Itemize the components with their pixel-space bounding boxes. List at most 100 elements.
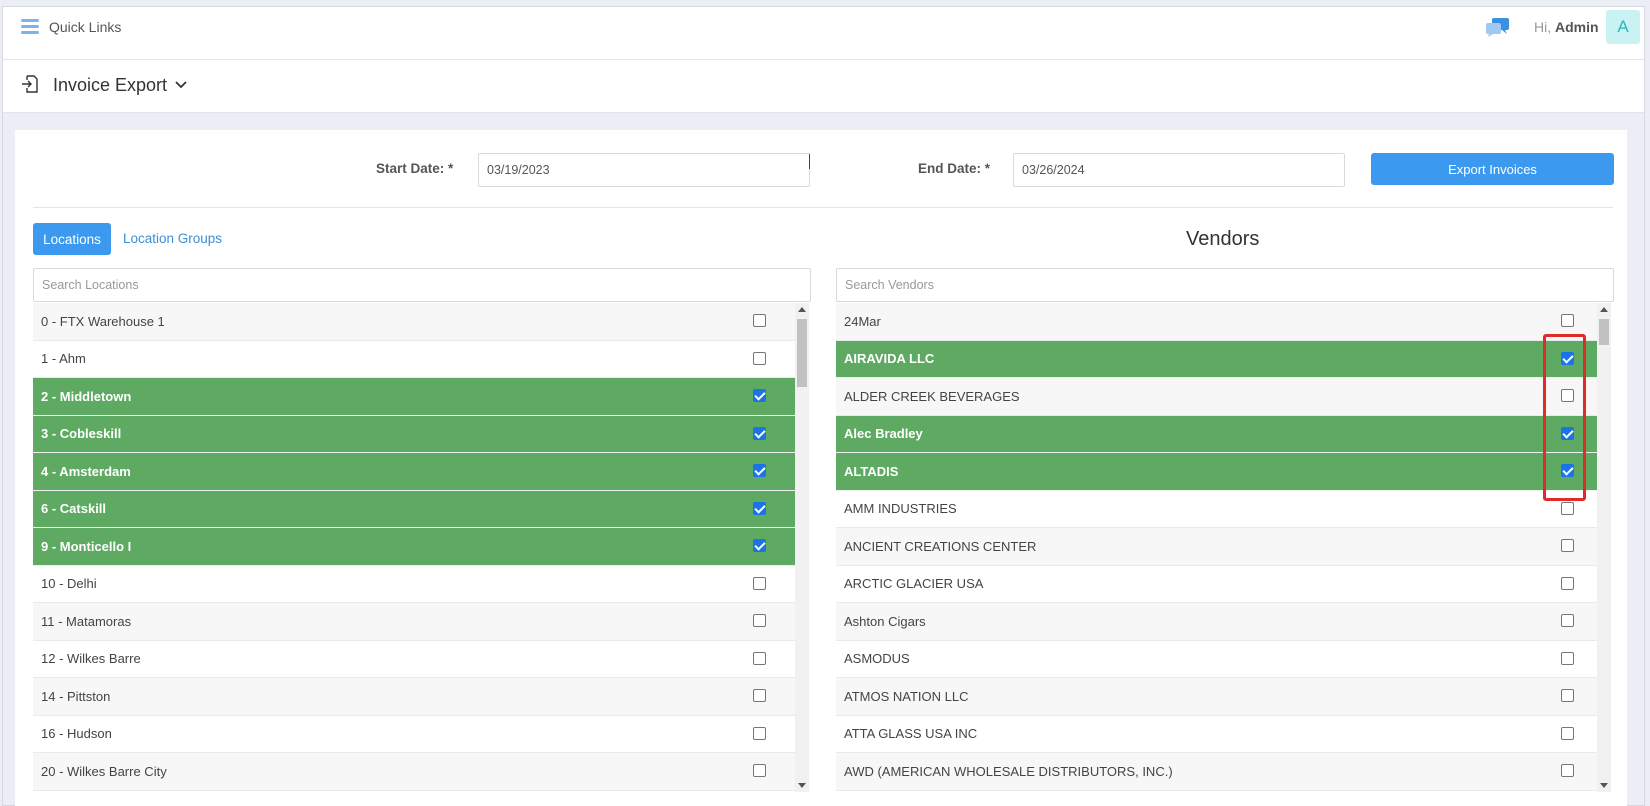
checkbox-unchecked[interactable] <box>1561 389 1574 402</box>
vendor-row-label: 24Mar <box>844 313 881 329</box>
vendor-row[interactable]: ALTADIS <box>836 453 1597 491</box>
location-row-label: 10 - Delhi <box>41 576 97 592</box>
search-locations-input[interactable] <box>33 268 811 302</box>
checkbox-unchecked[interactable] <box>1561 689 1574 702</box>
location-row[interactable]: 16 - Hudson <box>33 716 795 753</box>
location-row-label: 2 - Middletown <box>41 388 132 404</box>
start-date-input[interactable] <box>478 153 810 187</box>
chat-icon[interactable] <box>1485 17 1511 37</box>
scroll-up-icon[interactable] <box>1600 307 1608 312</box>
vendors-scrollbar[interactable] <box>1597 303 1611 792</box>
checkbox-unchecked[interactable] <box>1561 314 1574 327</box>
chevron-down-icon[interactable] <box>175 80 187 90</box>
location-row[interactable]: 9 - Monticello I <box>33 528 795 566</box>
location-row[interactable]: 1 - Ahm <box>33 341 795 378</box>
checkbox-unchecked[interactable] <box>753 726 766 740</box>
location-row-label: 20 - Wilkes Barre City <box>41 763 167 779</box>
avatar[interactable]: A <box>1606 10 1640 44</box>
location-row[interactable]: 3 - Cobleskill <box>33 415 795 453</box>
vendor-row-label: ANCIENT CREATIONS CENTER <box>844 538 1037 554</box>
locations-scrollbar[interactable] <box>795 303 809 792</box>
export-file-icon <box>22 75 38 93</box>
user-greeting: Hi, Admin <box>1534 19 1599 35</box>
checkbox-unchecked[interactable] <box>753 314 766 327</box>
checkbox-checked[interactable] <box>1561 426 1574 440</box>
tab-locations[interactable]: Locations <box>33 223 111 255</box>
vendors-list: 24Mar AIRAVIDA LLC ALDER CREEK BEVERAGES Al… <box>836 303 1597 792</box>
checkbox-checked[interactable] <box>753 464 766 477</box>
checkbox-unchecked[interactable] <box>1561 651 1574 665</box>
checkbox-unchecked[interactable] <box>753 689 766 702</box>
location-row-label: 16 - Hudson <box>41 726 112 742</box>
checkbox-checked[interactable] <box>753 426 766 440</box>
top-bar: Quick Links Hi, Admin A <box>3 7 1644 60</box>
checkbox-unchecked[interactable] <box>1561 726 1574 740</box>
checkbox-checked[interactable] <box>753 389 766 402</box>
vendors-scroll-thumb[interactable] <box>1599 319 1609 345</box>
vendor-row[interactable]: AMM INDUSTRIES <box>836 491 1597 528</box>
divider <box>33 207 1613 208</box>
vendor-row[interactable]: ANCIENT CREATIONS CENTER <box>836 528 1597 566</box>
hamburger-menu-icon[interactable] <box>21 19 39 34</box>
location-row-label: 3 - Cobleskill <box>41 426 122 442</box>
vendor-row[interactable]: ATTA GLASS USA INC <box>836 716 1597 753</box>
text-cursor <box>809 154 810 169</box>
checkbox-checked[interactable] <box>1561 464 1574 477</box>
checkbox-unchecked[interactable] <box>1561 576 1574 590</box>
vendor-row[interactable]: ASMODUS <box>836 641 1597 678</box>
location-row[interactable]: 20 - Wilkes Barre City <box>33 753 795 791</box>
location-row-label: 14 - Pittston <box>41 688 111 704</box>
end-date-input[interactable] <box>1013 153 1345 187</box>
location-row[interactable]: 10 - Delhi <box>33 566 795 603</box>
checkbox-unchecked[interactable] <box>1561 539 1574 552</box>
greeting-prefix: Hi, <box>1534 19 1552 35</box>
location-row-label: 12 - Wilkes Barre <box>41 651 141 667</box>
vendor-row[interactable]: AWD (AMERICAN WHOLESALE DISTRIBUTORS, IN… <box>836 753 1597 791</box>
vendor-row[interactable]: ATMOS NATION LLC <box>836 678 1597 716</box>
vendor-row-label: ALTADIS <box>844 463 899 479</box>
vendor-row-label: ARCTIC GLACIER USA <box>844 576 984 592</box>
scroll-up-icon[interactable] <box>798 307 806 312</box>
vendor-row[interactable]: AIRAVIDA LLC <box>836 340 1597 378</box>
vendor-row[interactable]: Alec Bradley <box>836 415 1597 453</box>
location-row[interactable]: 2 - Middletown <box>33 378 795 416</box>
locations-list: 0 - FTX Warehouse 1 1 - Ahm 2 - Middletown… <box>33 303 795 792</box>
export-invoices-button[interactable]: Export Invoices <box>1371 153 1614 185</box>
vendor-row-label: ATTA GLASS USA INC <box>844 726 978 742</box>
checkbox-unchecked[interactable] <box>753 351 766 365</box>
scroll-down-icon[interactable] <box>798 783 806 788</box>
location-row[interactable]: 14 - Pittston <box>33 678 795 716</box>
checkbox-unchecked[interactable] <box>1561 614 1574 627</box>
checkbox-checked[interactable] <box>1561 351 1574 365</box>
location-row[interactable]: 4 - Amsterdam <box>33 453 795 491</box>
vendor-row-label: AMM INDUSTRIES <box>844 501 957 517</box>
quick-links-link[interactable]: Quick Links <box>49 19 121 35</box>
checkbox-unchecked[interactable] <box>1561 501 1574 515</box>
user-name: Admin <box>1555 19 1599 35</box>
search-vendors-input[interactable] <box>836 268 1614 302</box>
checkbox-unchecked[interactable] <box>753 576 766 590</box>
location-row-label: 1 - Ahm <box>41 351 86 367</box>
scroll-down-icon[interactable] <box>1600 783 1608 788</box>
location-row[interactable]: 6 - Catskill <box>33 490 795 528</box>
locations-scroll-thumb[interactable] <box>797 319 807 387</box>
location-row-label: 6 - Catskill <box>41 501 107 517</box>
tab-location-groups[interactable]: Location Groups <box>123 231 222 246</box>
checkbox-unchecked[interactable] <box>1561 764 1574 777</box>
location-row[interactable]: 12 - Wilkes Barre <box>33 641 795 678</box>
checkbox-unchecked[interactable] <box>753 614 766 627</box>
location-row[interactable]: 0 - FTX Warehouse 1 <box>33 303 795 341</box>
vendor-row-label: Ashton Cigars <box>844 613 926 629</box>
page-header: Invoice Export <box>3 60 1644 113</box>
vendor-row[interactable]: Ashton Cigars <box>836 603 1597 641</box>
vendor-row[interactable]: 24Mar <box>836 303 1597 341</box>
checkbox-unchecked[interactable] <box>753 651 766 665</box>
checkbox-checked[interactable] <box>753 501 766 515</box>
checkbox-unchecked[interactable] <box>753 764 766 777</box>
vendor-row[interactable]: ALDER CREEK BEVERAGES <box>836 378 1597 416</box>
location-row[interactable]: 11 - Matamoras <box>33 603 795 641</box>
checkbox-checked[interactable] <box>753 539 766 552</box>
vendor-row[interactable]: ARCTIC GLACIER USA <box>836 566 1597 603</box>
vendor-row-label: ALDER CREEK BEVERAGES <box>844 388 1020 404</box>
location-row-label: 4 - Amsterdam <box>41 463 131 479</box>
